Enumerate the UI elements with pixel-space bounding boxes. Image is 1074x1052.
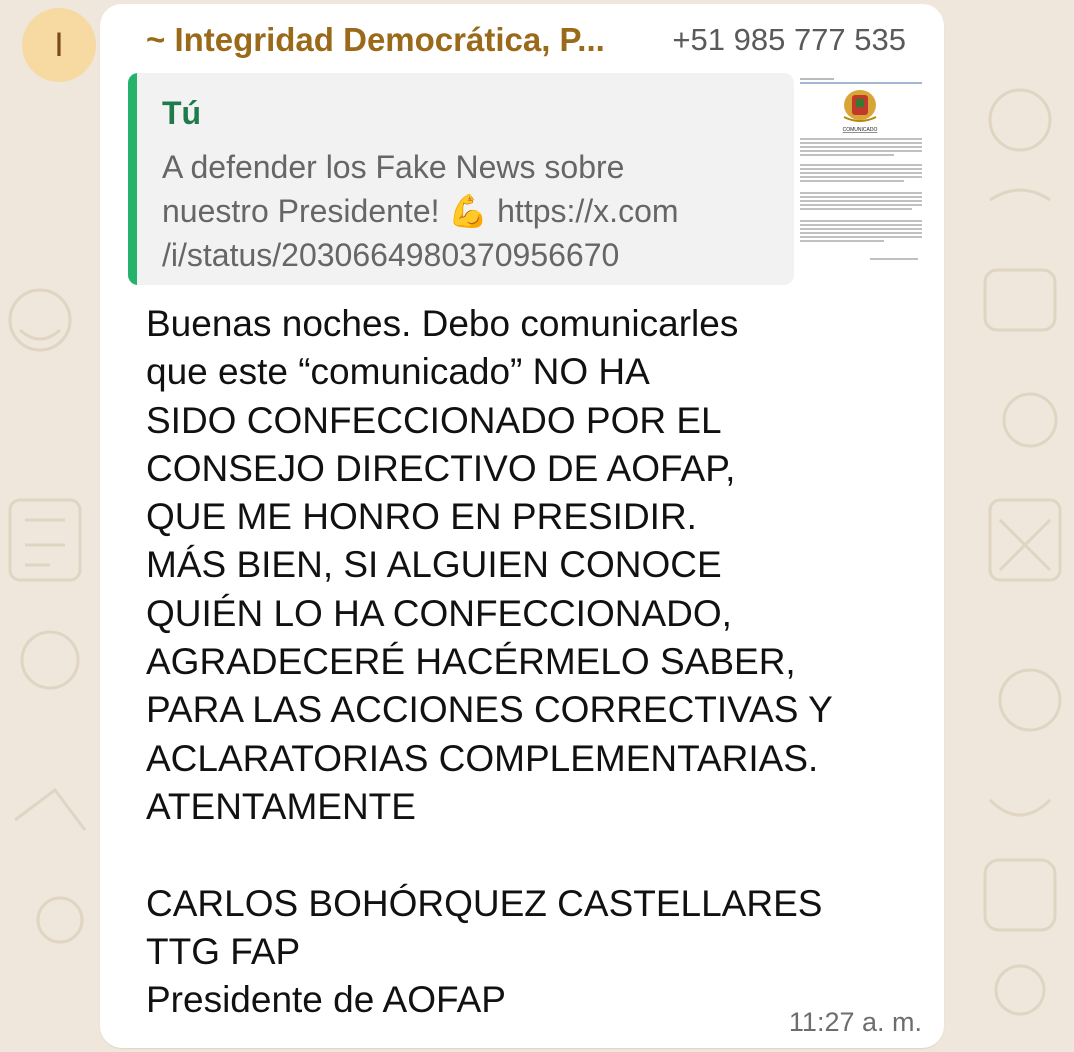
quoted-thumbnail[interactable]: COMUNICADO [794,73,928,285]
sender-name[interactable]: ~ Integridad Democrática, P... [146,21,605,59]
document-thumbnail-image: COMUNICADO [794,73,928,285]
message-timestamp: 11:27 a. m. [788,1007,922,1037]
quote-accent-bar [128,73,137,285]
quoted-message[interactable]: Tú A defender los Fake News sobre nuestr… [128,73,794,285]
quoted-author: Tú [162,95,202,131]
sender-header: ~ Integridad Democrática, P... +51 985 7… [146,18,906,62]
thumbnail-heading: COMUNICADO [843,127,878,133]
avatar-initial: I [54,25,64,64]
quoted-text: A defender los Fake News sobre nuestro P… [162,149,679,273]
message-bubble[interactable]: ~ Integridad Democrática, P... +51 985 7… [100,4,944,1048]
sender-phone[interactable]: +51 985 777 535 [672,22,906,58]
message-text: Buenas noches. Debo comunicarles que est… [146,303,833,1021]
sender-avatar[interactable]: I [22,8,96,82]
